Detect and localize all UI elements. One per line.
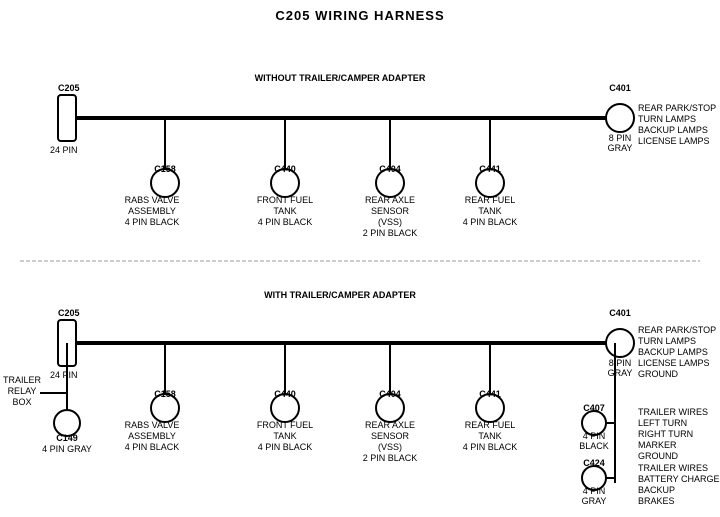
C424-gray: GRAY [582, 496, 607, 506]
C441-1-label: C441 [479, 164, 501, 174]
C407-pin: 4 PIN [583, 431, 606, 441]
C441-2-sub3: 4 PIN BLACK [463, 442, 518, 452]
C440-2-label: C440 [274, 389, 296, 399]
C440-1-sub2: TANK [273, 206, 296, 216]
C401-2-right1: REAR PARK/STOP [638, 325, 716, 335]
C404-1-sub3: (VSS) [378, 217, 402, 227]
C441-1-sub3: 4 PIN BLACK [463, 217, 518, 227]
C441-2-sub2: TANK [478, 431, 501, 441]
C205-1-label: C205 [58, 83, 80, 93]
C401-2-label: C401 [609, 308, 631, 318]
C404-2-sub4: 2 PIN BLACK [363, 453, 418, 463]
C440-2-sub2: TANK [273, 431, 296, 441]
C401-1-right2: TURN LAMPS [638, 114, 696, 124]
C401-1-right3: BACKUP LAMPS [638, 125, 708, 135]
C404-1-sub4: 2 PIN BLACK [363, 228, 418, 238]
C407-right1: TRAILER WIRES [638, 407, 708, 417]
page-title: C205 WIRING HARNESS [0, 0, 720, 23]
C401-2-right2: TURN LAMPS [638, 336, 696, 346]
C158-2-sub1: RABS VALVE [125, 420, 180, 430]
C149-label: C149 [56, 433, 78, 443]
C149-pin: 4 PIN GRAY [42, 444, 92, 454]
C424-right3: BACKUP [638, 485, 675, 495]
section1-label: WITHOUT TRAILER/CAMPER ADAPTER [255, 73, 426, 83]
C158-2-label: C158 [154, 389, 176, 399]
C158-2-sub2: ASSEMBLY [128, 431, 176, 441]
C401-2-right4: LICENSE LAMPS [638, 358, 710, 368]
C158-1-sub1: RABS VALVE [125, 195, 180, 205]
C441-1-sub1: REAR FUEL [465, 195, 516, 205]
C401-2-gray: GRAY [608, 368, 633, 378]
C158-1-sub2: ASSEMBLY [128, 206, 176, 216]
C404-2-sub3: (VSS) [378, 442, 402, 452]
C404-2-sub1: REAR AXLE [365, 420, 415, 430]
C404-1-sub1: REAR AXLE [365, 195, 415, 205]
C424-right1: TRAILER WIRES [638, 463, 708, 473]
C158-1-sub3: 4 PIN BLACK [125, 217, 180, 227]
C404-2-label: C404 [379, 389, 401, 399]
C441-2-label: C441 [479, 389, 501, 399]
C401-1-right4: LICENSE LAMPS [638, 136, 710, 146]
C424-right2: BATTERY CHARGE [638, 474, 720, 484]
C404-1-label: C404 [379, 164, 401, 174]
C404-1-sub2: SENSOR [371, 206, 410, 216]
C205-2-label: C205 [58, 308, 80, 318]
C440-2-sub1: FRONT FUEL [257, 420, 313, 430]
section2-label: WITH TRAILER/CAMPER ADAPTER [264, 290, 416, 300]
C158-2-sub3: 4 PIN BLACK [125, 442, 180, 452]
C440-1-sub3: 4 PIN BLACK [258, 217, 313, 227]
C407-right5: GROUND [638, 451, 678, 461]
C407-label: C407 [583, 403, 605, 413]
diagram-area: WITHOUT TRAILER/CAMPER ADAPTER C205 24 P… [0, 23, 720, 513]
C205-2-pin: 24 PIN [50, 370, 78, 380]
C441-2-sub1: REAR FUEL [465, 420, 516, 430]
C401-1-pin: 8 PIN [609, 133, 632, 143]
C205-1-pin: 24 PIN [50, 145, 78, 155]
C407-right4: MARKER [638, 440, 677, 450]
C407-right2: LEFT TURN [638, 418, 687, 428]
C401-2-pin: 8 PIN [609, 358, 632, 368]
C424-label: C424 [583, 458, 605, 468]
C401-1-gray: GRAY [608, 143, 633, 153]
C401-1-right1: REAR PARK/STOP [638, 103, 716, 113]
C424-pin: 4 PIN [583, 486, 606, 496]
trailer-relay-label1: TRAILER [3, 375, 42, 385]
C441-1-sub2: TANK [478, 206, 501, 216]
C401-2-connector [606, 329, 634, 357]
trailer-relay-label3: BOX [12, 397, 31, 407]
C407-right3: RIGHT TURN [638, 429, 693, 439]
C440-2-sub3: 4 PIN BLACK [258, 442, 313, 452]
C401-1-label: C401 [609, 83, 631, 93]
C440-1-label: C440 [274, 164, 296, 174]
C440-1-sub1: FRONT FUEL [257, 195, 313, 205]
C424-right4: BRAKES [638, 496, 675, 506]
C205-1-connector [58, 95, 76, 141]
C401-2-right3: BACKUP LAMPS [638, 347, 708, 357]
trailer-relay-label2: RELAY [8, 386, 37, 396]
C401-1-connector [606, 104, 634, 132]
C401-2-right5: GROUND [638, 369, 678, 379]
C407-black: BLACK [579, 441, 609, 451]
C404-2-sub2: SENSOR [371, 431, 410, 441]
C158-1-label: C158 [154, 164, 176, 174]
